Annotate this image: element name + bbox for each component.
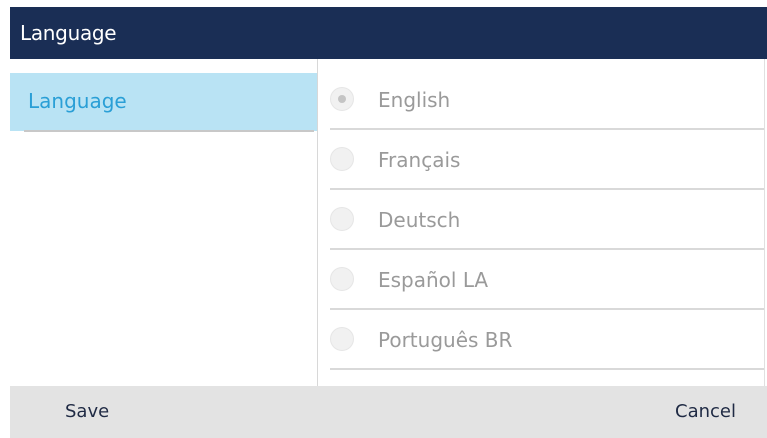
radio-button[interactable] <box>330 267 354 291</box>
option-divider <box>330 188 764 190</box>
radio-selected-dot <box>338 95 346 103</box>
right-pane-border <box>764 59 765 386</box>
language-option-espanol-la[interactable]: Español LA <box>318 252 764 310</box>
language-option-label: Español LA <box>378 268 489 292</box>
language-option-francais[interactable]: Français <box>318 132 764 190</box>
page-title: Language <box>20 21 117 45</box>
cancel-button[interactable]: Cancel <box>675 400 736 424</box>
radio-button-checked[interactable] <box>330 87 354 111</box>
language-option-deutsch[interactable]: Deutsch <box>318 192 764 250</box>
option-divider <box>330 368 764 370</box>
sidebar-item-divider <box>24 130 314 132</box>
softkey-bar: Save Cancel <box>10 386 767 438</box>
language-option-label: Português BR <box>378 328 513 352</box>
language-option-english[interactable]: English <box>318 72 764 130</box>
radio-button[interactable] <box>330 147 354 171</box>
sidebar-item-language[interactable]: Language <box>10 73 317 131</box>
radio-button[interactable] <box>330 207 354 231</box>
radio-button[interactable] <box>330 327 354 351</box>
language-option-portugues-br[interactable]: Português BR <box>318 312 764 370</box>
language-settings-screen: Language Language English Français Deuts… <box>0 0 767 438</box>
language-option-label: Français <box>378 148 461 172</box>
option-divider <box>330 128 764 130</box>
left-menu: Language <box>10 59 317 386</box>
option-divider <box>330 248 764 250</box>
sidebar-item-label: Language <box>28 89 127 113</box>
language-option-label: Deutsch <box>378 208 461 232</box>
title-bar: Language <box>10 7 767 59</box>
option-divider <box>330 308 764 310</box>
save-button[interactable]: Save <box>65 400 109 424</box>
language-options-list: English Français Deutsch Español LA Port… <box>318 72 764 372</box>
language-option-label: English <box>378 88 451 112</box>
